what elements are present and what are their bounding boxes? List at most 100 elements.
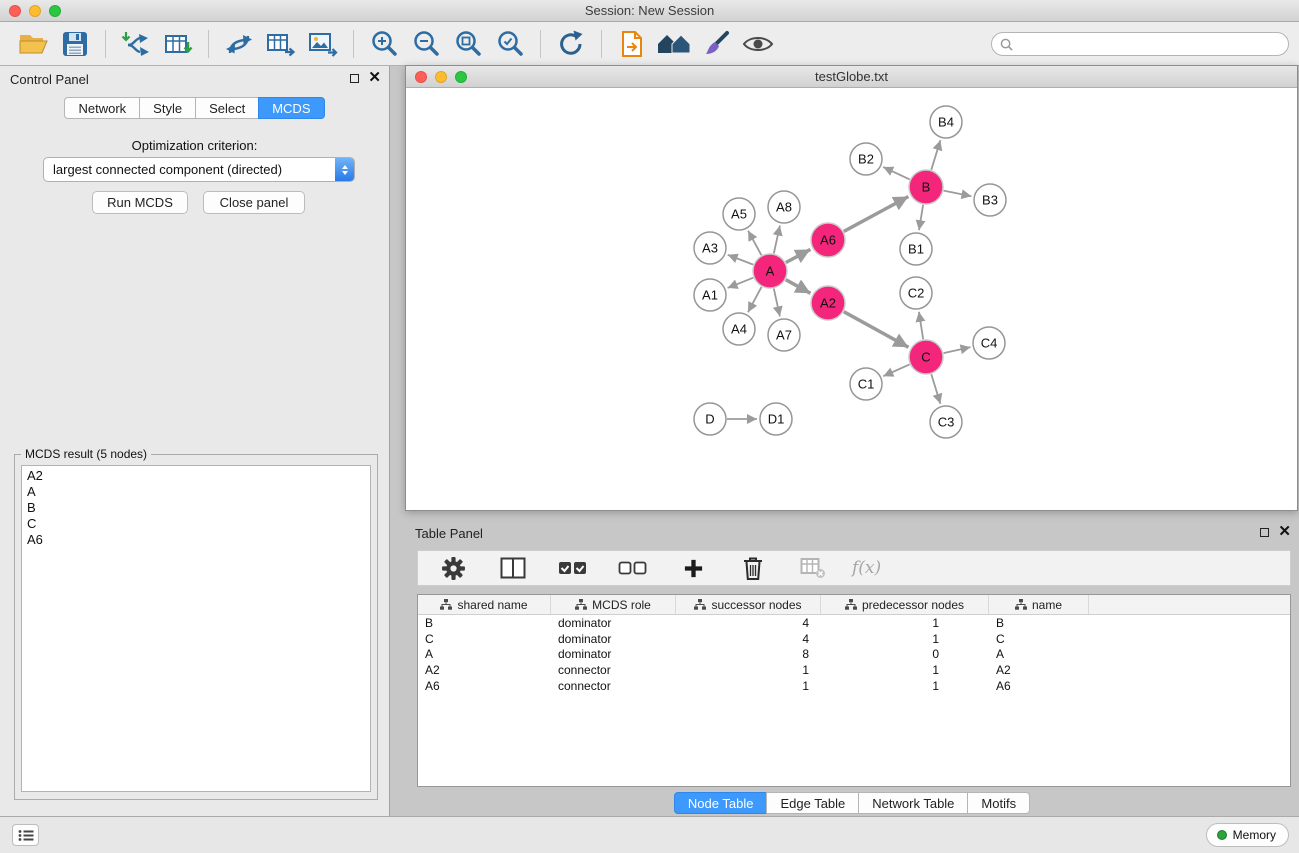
table-row[interactable]: Adominator80A <box>418 647 1290 663</box>
table-settings-button[interactable] <box>435 550 471 586</box>
show-hide-button[interactable] <box>740 26 776 62</box>
node-D1[interactable]: D1 <box>760 403 792 435</box>
tab-mcds[interactable]: MCDS <box>258 97 324 119</box>
close-panel-icon[interactable]: ✕ <box>368 71 381 85</box>
unselect-all-button[interactable] <box>615 550 651 586</box>
table-row[interactable]: A2connector11A2 <box>418 662 1290 678</box>
edge-A2-C[interactable] <box>844 312 909 348</box>
node-A4[interactable]: A4 <box>723 313 755 345</box>
result-item[interactable]: A2 <box>27 468 365 484</box>
table-row[interactable]: A6connector11A6 <box>418 678 1290 694</box>
result-item[interactable]: C <box>27 516 365 532</box>
maximize-window-button[interactable] <box>49 5 61 17</box>
edge-A-A5[interactable] <box>748 231 761 256</box>
table-row[interactable]: Cdominator41C <box>418 631 1290 647</box>
column-header-name[interactable]: name <box>989 595 1089 614</box>
float-table-panel-icon[interactable] <box>1260 528 1269 537</box>
node-A6[interactable]: A6 <box>811 223 845 257</box>
node-B2[interactable]: B2 <box>850 143 882 175</box>
result-item[interactable]: A6 <box>27 532 365 548</box>
edge-A-A3[interactable] <box>728 255 754 265</box>
delete-column-button[interactable] <box>735 550 771 586</box>
network-minimize-button[interactable] <box>435 71 447 83</box>
import-network-button[interactable] <box>118 26 154 62</box>
network-maximize-button[interactable] <box>455 71 467 83</box>
result-item[interactable]: A <box>27 484 365 500</box>
mcds-result-list[interactable]: A2ABCA6 <box>21 465 371 792</box>
criterion-dropdown[interactable]: largest connected component (directed) <box>43 157 355 182</box>
tab-network[interactable]: Network <box>64 97 140 119</box>
column-header-successor-nodes[interactable]: successor nodes <box>676 595 821 614</box>
node-C4[interactable]: C4 <box>973 327 1005 359</box>
edge-C-C2[interactable] <box>919 312 923 339</box>
show-columns-button[interactable] <box>495 550 531 586</box>
edge-B-B3[interactable] <box>944 191 972 197</box>
edge-B-B4[interactable] <box>931 140 940 170</box>
float-panel-icon[interactable] <box>350 74 359 83</box>
network-window-titlebar[interactable]: testGlobe.txt <box>406 66 1297 88</box>
column-header-predecessor-nodes[interactable]: predecessor nodes <box>821 595 989 614</box>
show-networks-button[interactable] <box>656 26 692 62</box>
network-graph[interactable]: B4B2BB3A5A8A6B1A3AC2A1A2A4A7C4CC1C3DD1 <box>406 89 1297 510</box>
export-image-button[interactable] <box>305 26 341 62</box>
minimize-window-button[interactable] <box>29 5 41 17</box>
select-all-button[interactable] <box>555 550 591 586</box>
node-A[interactable]: A <box>753 254 787 288</box>
table-tab-node-table[interactable]: Node Table <box>674 792 768 814</box>
node-B1[interactable]: B1 <box>900 233 932 265</box>
column-header-shared-name[interactable]: shared name <box>418 595 551 614</box>
close-window-button[interactable] <box>9 5 21 17</box>
edge-C-C1[interactable] <box>883 364 909 376</box>
task-history-button[interactable] <box>12 824 39 846</box>
node-A3[interactable]: A3 <box>694 232 726 264</box>
export-network-button[interactable] <box>221 26 257 62</box>
node-A7[interactable]: A7 <box>768 319 800 351</box>
close-table-panel-icon[interactable]: ✕ <box>1278 525 1291 539</box>
save-session-button[interactable] <box>57 26 93 62</box>
function-builder-button[interactable]: f(x) <box>852 558 881 578</box>
node-B4[interactable]: B4 <box>930 106 962 138</box>
zoom-out-button[interactable] <box>408 26 444 62</box>
edge-A-A7[interactable] <box>774 289 780 317</box>
edge-A-A6[interactable] <box>786 249 811 262</box>
import-table-button[interactable] <box>160 26 196 62</box>
tab-select[interactable]: Select <box>195 97 259 119</box>
node-B[interactable]: B <box>909 170 943 204</box>
result-item[interactable]: B <box>27 500 365 516</box>
tab-style[interactable]: Style <box>139 97 196 119</box>
zoom-selected-button[interactable] <box>492 26 528 62</box>
close-panel-button[interactable]: Close panel <box>203 191 305 214</box>
delete-table-button[interactable] <box>795 550 831 586</box>
export-table-button[interactable] <box>263 26 299 62</box>
node-A1[interactable]: A1 <box>694 279 726 311</box>
node-C[interactable]: C <box>909 340 943 374</box>
table-row[interactable]: Bdominator41B <box>418 615 1290 631</box>
table-tab-edge-table[interactable]: Edge Table <box>766 792 859 814</box>
memory-button[interactable]: Memory <box>1206 823 1289 847</box>
zoom-fit-button[interactable] <box>450 26 486 62</box>
node-C3[interactable]: C3 <box>930 406 962 438</box>
zoom-in-button[interactable] <box>366 26 402 62</box>
network-close-button[interactable] <box>415 71 427 83</box>
network-canvas[interactable]: B4B2BB3A5A8A6B1A3AC2A1A2A4A7C4CC1C3DD1 <box>406 89 1297 510</box>
edge-A-A8[interactable] <box>774 226 780 254</box>
edge-C-C4[interactable] <box>944 347 971 353</box>
search-input[interactable] <box>1018 37 1280 52</box>
run-mcds-button[interactable]: Run MCDS <box>92 191 188 214</box>
node-B3[interactable]: B3 <box>974 184 1006 216</box>
node-A5[interactable]: A5 <box>723 198 755 230</box>
edge-B-B1[interactable] <box>919 205 923 230</box>
edge-B-B2[interactable] <box>883 167 910 179</box>
apply-style-button[interactable] <box>698 26 734 62</box>
first-neighbors-button[interactable] <box>614 26 650 62</box>
column-header-mcds-role[interactable]: MCDS role <box>551 595 676 614</box>
edge-C-C3[interactable] <box>931 374 940 404</box>
open-file-button[interactable] <box>15 26 51 62</box>
edge-A-A4[interactable] <box>748 287 762 312</box>
node-D[interactable]: D <box>694 403 726 435</box>
table-tab-motifs[interactable]: Motifs <box>967 792 1030 814</box>
table-tab-network-table[interactable]: Network Table <box>858 792 968 814</box>
node-C1[interactable]: C1 <box>850 368 882 400</box>
node-A2[interactable]: A2 <box>811 286 845 320</box>
edge-A-A1[interactable] <box>728 278 754 288</box>
